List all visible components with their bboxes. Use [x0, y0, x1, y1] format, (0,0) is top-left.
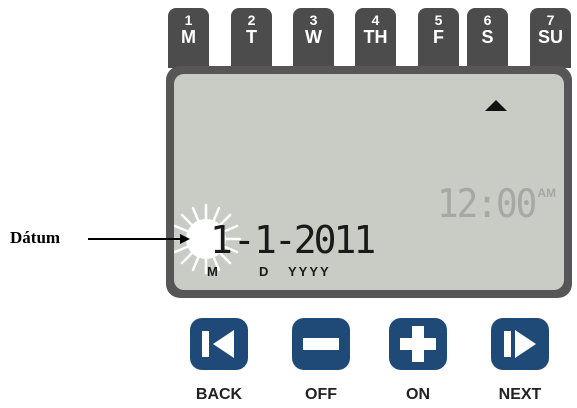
- day-tab-number: 7: [546, 12, 555, 28]
- day-tab-monday: 1 M: [168, 8, 209, 68]
- day-tab-thursday: 4 TH: [355, 8, 396, 68]
- day-field-label: D: [259, 264, 271, 279]
- day-tab-number: 2: [247, 12, 256, 28]
- day-tab-label: W: [305, 27, 322, 47]
- on-button[interactable]: [389, 318, 447, 370]
- day-tab-number: 4: [371, 12, 380, 28]
- day-tab-friday: 5 F: [418, 8, 459, 68]
- day-tab-label: S: [481, 27, 494, 47]
- triangle-up-icon: [485, 100, 507, 111]
- next-button[interactable]: [491, 318, 549, 370]
- day-tab-sunday: 7 SU: [530, 8, 571, 68]
- back-button-label: BACK: [195, 386, 243, 403]
- back-button[interactable]: [190, 318, 248, 370]
- arrow-right-icon: [180, 234, 190, 244]
- on-button-label: ON: [406, 386, 430, 403]
- plus-icon: [400, 326, 436, 362]
- day-tab-number: 1: [184, 12, 193, 28]
- lcd-screen: 12:00 AM 1- 1-2011 M D YYYY: [174, 74, 564, 290]
- minus-icon: [303, 338, 339, 350]
- off-button[interactable]: [292, 318, 350, 370]
- year-field-label: YYYY: [288, 264, 331, 279]
- day-tab-number: 5: [434, 12, 443, 28]
- day-tab-number: 6: [483, 12, 492, 28]
- day-tab-label: TH: [363, 27, 388, 47]
- month-field-label: M: [207, 264, 220, 279]
- day-tab-saturday: 6 S: [467, 8, 508, 68]
- date-day-year-digits: 1-2011: [254, 218, 376, 262]
- day-tab-wednesday: 3 W: [293, 8, 334, 68]
- day-tab-tuesday: 2 T: [231, 8, 272, 68]
- day-tab-label: SU: [537, 27, 563, 47]
- lcd-frame: 12:00 AM 1- 1-2011 M D YYYY: [166, 66, 572, 298]
- clock-time: 12:00: [436, 181, 537, 227]
- next-step-icon: [504, 330, 536, 358]
- date-annotation-label: Dátum: [10, 228, 61, 247]
- next-button-label: NEXT: [498, 386, 542, 403]
- day-tab-label: T: [246, 27, 257, 47]
- clock-ampm: AM: [537, 186, 556, 200]
- annotation-arrow-line: [88, 238, 180, 240]
- day-tab-label: F: [433, 27, 444, 47]
- clock-readout: 12:00 AM: [436, 181, 556, 227]
- day-tabs: 1 M 2 T 3 W 4 TH 5 F 6 S 7 SU: [166, 8, 572, 68]
- off-button-label: OFF: [305, 386, 337, 403]
- back-step-icon: [202, 330, 234, 358]
- day-tab-label: M: [181, 27, 196, 47]
- date-month-digit: 1-: [210, 218, 256, 262]
- day-tab-number: 3: [309, 12, 318, 28]
